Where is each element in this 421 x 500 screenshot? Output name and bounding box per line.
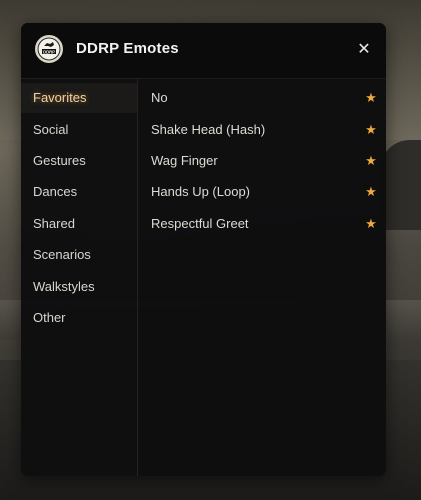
list-item[interactable]: Hands Up (Loop) ★ (138, 177, 386, 207)
sidebar-item-scenarios[interactable]: Scenarios (21, 240, 137, 270)
emote-label: Hands Up (Loop) (151, 184, 250, 199)
emote-label: No (151, 90, 168, 105)
emotes-panel: DDRP DDRP Emotes ✕ Favorites Social Gest… (21, 23, 386, 476)
sidebar-item-walkstyles[interactable]: Walkstyles (21, 272, 137, 302)
emote-label: Wag Finger (151, 153, 218, 168)
sidebar-item-shared[interactable]: Shared (21, 209, 137, 239)
emote-label: Shake Head (Hash) (151, 122, 266, 137)
favorite-star-icon[interactable]: ★ (363, 115, 379, 145)
sidebar-item-social[interactable]: Social (21, 115, 137, 145)
favorite-star-icon[interactable]: ★ (363, 209, 379, 239)
background-hill (380, 140, 421, 230)
list-item[interactable]: No ★ (138, 83, 386, 113)
logo-text: DDRP (43, 49, 55, 54)
favorite-star-icon[interactable]: ★ (363, 83, 379, 113)
favorite-star-icon[interactable]: ★ (363, 146, 379, 176)
list-item[interactable]: Wag Finger ★ (138, 146, 386, 176)
favorite-star-icon[interactable]: ★ (363, 177, 379, 207)
sidebar-item-favorites[interactable]: Favorites (21, 83, 137, 113)
sidebar-item-gestures[interactable]: Gestures (21, 146, 137, 176)
close-icon[interactable]: ✕ (354, 38, 374, 60)
sidebar-item-other[interactable]: Other (21, 303, 137, 333)
list-item[interactable]: Respectful Greet ★ (138, 209, 386, 239)
panel-header: DDRP DDRP Emotes ✕ (21, 23, 386, 79)
sidebar-item-dances[interactable]: Dances (21, 177, 137, 207)
ddrp-logo-icon: DDRP (35, 35, 63, 63)
emote-label: Respectful Greet (151, 216, 249, 231)
category-sidebar: Favorites Social Gestures Dances Shared … (21, 79, 138, 476)
list-item[interactable]: Shake Head (Hash) ★ (138, 115, 386, 145)
emote-list: No ★ Shake Head (Hash) ★ Wag Finger ★ Ha… (138, 79, 386, 476)
panel-title: DDRP Emotes (76, 40, 179, 57)
